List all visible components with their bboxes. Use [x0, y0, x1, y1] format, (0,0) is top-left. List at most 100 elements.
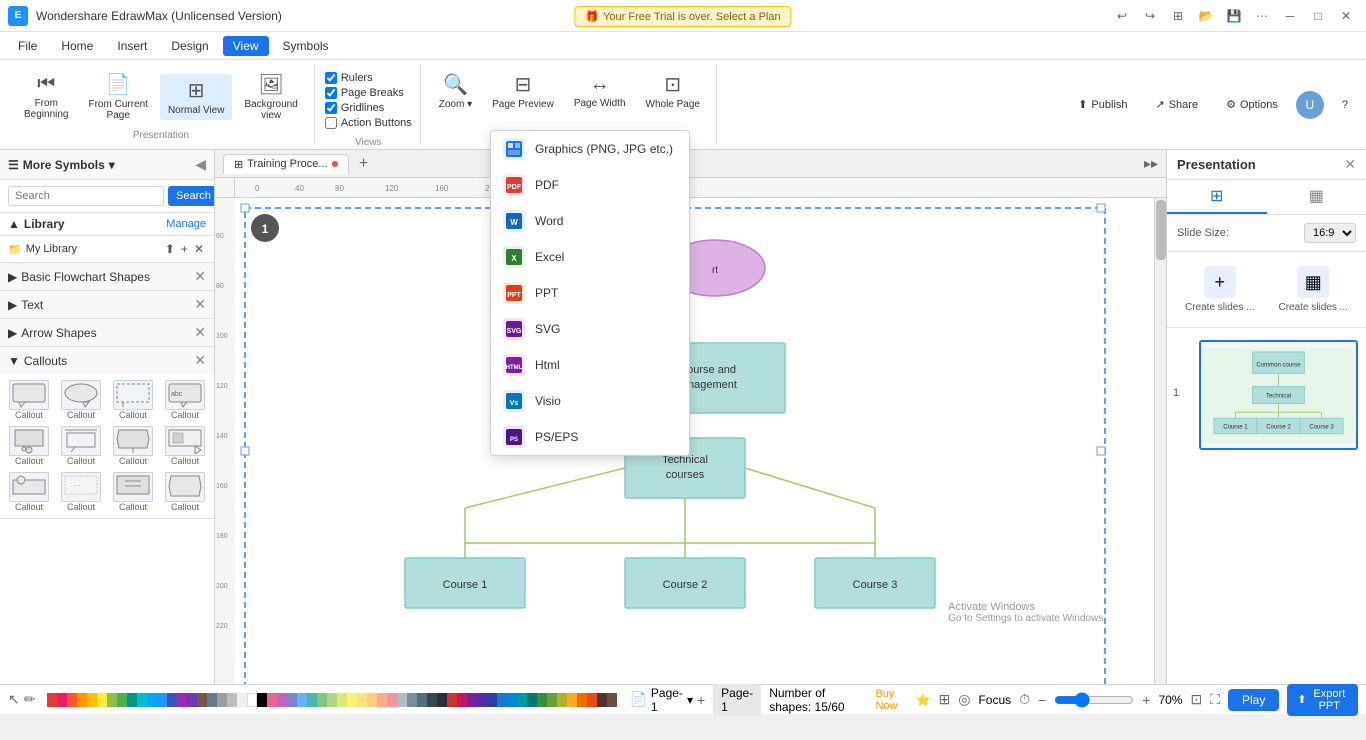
- color-swatch-29[interactable]: [537, 693, 547, 707]
- menu-home[interactable]: Home: [51, 36, 103, 56]
- color-swatch-yellow[interactable]: [97, 693, 107, 707]
- color-swatch-23[interactable]: [477, 693, 487, 707]
- callouts-header[interactable]: ▼ Callouts ✕: [0, 347, 214, 374]
- user-avatar[interactable]: U: [1296, 91, 1324, 119]
- list-item[interactable]: Callout: [108, 378, 158, 422]
- color-swatch-15[interactable]: [397, 693, 407, 707]
- zoom-slider[interactable]: [1054, 692, 1134, 708]
- action-buttons-check[interactable]: Action Buttons: [325, 117, 412, 129]
- close-btn[interactable]: ✕: [1334, 6, 1358, 26]
- color-swatch-36[interactable]: [607, 693, 617, 707]
- export-visio-item[interactable]: Vs Visio: [491, 383, 689, 419]
- redo-btn[interactable]: ↪: [1138, 6, 1162, 26]
- focus-btn[interactable]: ◎: [958, 691, 970, 708]
- color-swatch-22[interactable]: [467, 693, 477, 707]
- text-header[interactable]: ▶ Text ✕: [0, 291, 214, 318]
- color-swatch-14[interactable]: [387, 693, 397, 707]
- trial-banner[interactable]: 🎁 Your Free Trial is over. Select a Plan: [574, 6, 791, 27]
- slide-preview[interactable]: Common course Technical Course 1 Course …: [1199, 340, 1358, 450]
- list-item[interactable]: Callout: [4, 424, 54, 468]
- sidebar-collapse-btn[interactable]: ◀: [195, 156, 206, 173]
- pointer-tool-btn[interactable]: ↖: [8, 691, 20, 708]
- color-swatch-teal[interactable]: [127, 693, 137, 707]
- color-swatch-orange[interactable]: [77, 693, 87, 707]
- export-word-item[interactable]: W Word: [491, 203, 689, 239]
- color-swatch-indigo[interactable]: [167, 693, 177, 707]
- color-swatch-13[interactable]: [377, 693, 387, 707]
- color-swatch-7[interactable]: [317, 693, 327, 707]
- normal-view-btn[interactable]: ⊞ Normal View: [160, 74, 233, 120]
- color-swatch-31[interactable]: [557, 693, 567, 707]
- basic-flowchart-close-btn[interactable]: ✕: [194, 268, 206, 285]
- color-swatch-amber[interactable]: [87, 693, 97, 707]
- fit-page-btn[interactable]: ⊡: [1190, 691, 1202, 708]
- whole-page-btn[interactable]: ⊡ Whole Page: [638, 68, 708, 114]
- color-swatch-red[interactable]: [47, 693, 57, 707]
- list-item[interactable]: Callout: [56, 378, 106, 422]
- manage-link[interactable]: Manage: [166, 218, 206, 230]
- export-pseps-item[interactable]: PS PS/EPS: [491, 419, 689, 455]
- training-tab[interactable]: ⊞ Training Proce...: [223, 154, 349, 174]
- color-swatch-30[interactable]: [547, 693, 557, 707]
- publish-btn[interactable]: ⬆ Publish: [1068, 94, 1137, 115]
- menu-design[interactable]: Design: [161, 36, 218, 56]
- color-swatch-21[interactable]: [457, 693, 467, 707]
- export-excel-item[interactable]: X Excel: [491, 239, 689, 275]
- list-item[interactable]: Callout: [56, 424, 106, 468]
- color-swatch-cyan[interactable]: [137, 693, 147, 707]
- color-swatch-8[interactable]: [327, 693, 337, 707]
- page-width-btn[interactable]: ↔ Page Width: [566, 69, 634, 113]
- page-breaks-check[interactable]: Page Breaks: [325, 87, 412, 99]
- my-lib-close-btn[interactable]: ✕: [192, 240, 206, 258]
- color-swatch-light-blue[interactable]: [147, 693, 157, 707]
- color-swatch-3[interactable]: [277, 693, 287, 707]
- new-btn[interactable]: ⊞: [1166, 6, 1190, 26]
- fullscreen-btn[interactable]: ⛶: [1210, 691, 1220, 708]
- color-swatch-9[interactable]: [337, 693, 347, 707]
- color-swatch-4[interactable]: [287, 693, 297, 707]
- layers-btn[interactable]: ⊞: [939, 691, 951, 708]
- color-swatch-purple[interactable]: [177, 693, 187, 707]
- menu-view[interactable]: View: [223, 36, 269, 56]
- from-current-page-btn[interactable]: 📄 From CurrentPage: [80, 68, 155, 125]
- scrollbar-v[interactable]: [1154, 198, 1166, 684]
- page-icon-btn[interactable]: 📄: [629, 691, 646, 708]
- search-button[interactable]: Search: [168, 186, 215, 206]
- color-swatch-19[interactable]: [437, 693, 447, 707]
- color-swatch-black[interactable]: [257, 693, 267, 707]
- slide-size-select[interactable]: 16:9 4:3: [1304, 223, 1356, 243]
- export-ppt-item[interactable]: PPT PPT: [491, 275, 689, 311]
- color-swatch-17[interactable]: [417, 693, 427, 707]
- arrow-shapes-header[interactable]: ▶ Arrow Shapes ✕: [0, 319, 214, 346]
- color-swatch-10[interactable]: [347, 693, 357, 707]
- from-beginning-btn[interactable]: ⏮ FromBeginning: [16, 69, 76, 124]
- color-swatch-18[interactable]: [427, 693, 437, 707]
- minimize-btn[interactable]: ─: [1278, 6, 1302, 26]
- page-breaks-checkbox[interactable]: [325, 87, 337, 99]
- menu-insert[interactable]: Insert: [107, 36, 157, 56]
- arrow-shapes-close-btn[interactable]: ✕: [194, 324, 206, 341]
- export-pdf-item[interactable]: PDF PDF: [491, 167, 689, 203]
- help-btn[interactable]: ?: [1332, 95, 1358, 115]
- color-swatch-35[interactable]: [597, 693, 607, 707]
- slides-tab[interactable]: ⊞: [1167, 180, 1267, 214]
- more-btn[interactable]: ⋯: [1250, 6, 1274, 26]
- background-view-btn[interactable]: 🖼 Backgroundview: [236, 68, 305, 125]
- list-item[interactable]: Callout: [4, 378, 54, 422]
- color-swatch-5[interactable]: [297, 693, 307, 707]
- list-item[interactable]: ··· Callout: [56, 470, 106, 514]
- page-preview-btn[interactable]: ⊟ Page Preview: [484, 68, 562, 114]
- list-item[interactable]: abc Callout: [160, 378, 210, 422]
- play-btn[interactable]: Play: [1228, 689, 1279, 711]
- list-item[interactable]: Callout: [108, 424, 158, 468]
- color-swatch-28[interactable]: [527, 693, 537, 707]
- color-swatch-blue-grey[interactable]: [207, 693, 217, 707]
- menu-symbols[interactable]: Symbols: [273, 36, 339, 56]
- color-swatch-pink[interactable]: [57, 693, 67, 707]
- list-item[interactable]: Callout: [108, 470, 158, 514]
- themes-tab[interactable]: ▦: [1267, 180, 1366, 214]
- color-swatch-6[interactable]: [307, 693, 317, 707]
- options-btn[interactable]: ⚙ Options: [1216, 94, 1288, 115]
- color-swatch-white[interactable]: [247, 693, 257, 707]
- color-swatch-32[interactable]: [567, 693, 577, 707]
